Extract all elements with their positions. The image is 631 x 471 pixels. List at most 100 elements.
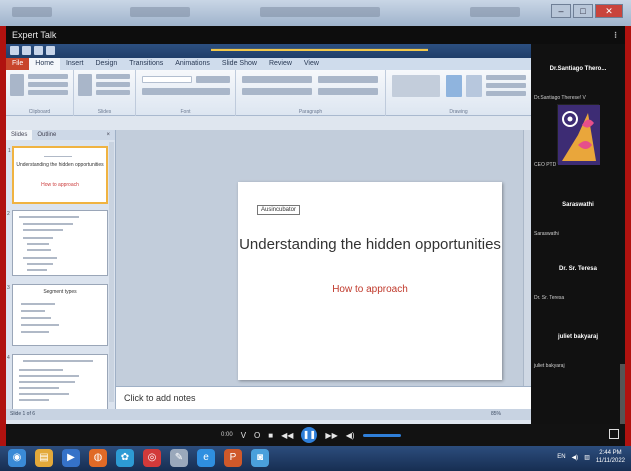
participant-tile[interactable]: Dr.Santiago Thero... Dr.Santiago Therese… <box>531 44 625 184</box>
align-buttons[interactable] <box>242 88 312 95</box>
opera-icon[interactable]: ◎ <box>143 449 161 467</box>
shapes-gallery[interactable] <box>392 75 440 97</box>
app-icon[interactable]: ✿ <box>116 449 134 467</box>
participant-tile[interactable]: Saraswathi Saraswathi <box>531 184 625 244</box>
app-header: Expert Talk ⁝ <box>6 26 625 44</box>
new-slide-icon[interactable] <box>78 74 92 96</box>
volume-icon[interactable]: ◀) <box>346 431 355 440</box>
v-button[interactable]: V <box>241 431 246 440</box>
o-button[interactable]: O <box>254 431 260 440</box>
tab-transitions[interactable]: Transitions <box>123 58 169 70</box>
rewind-icon[interactable]: ◀◀ <box>281 431 293 440</box>
font-group-label: Font <box>180 109 191 115</box>
font-size-select[interactable] <box>196 76 230 83</box>
tab-slide-show[interactable]: Slide Show <box>216 58 263 70</box>
camera-icon[interactable]: ◙ <box>251 449 269 467</box>
tab-design[interactable]: Design <box>89 58 123 70</box>
close-button[interactable]: ✕ <box>595 4 623 18</box>
media-player-icon[interactable]: ▶ <box>62 449 80 467</box>
text-direction-button[interactable] <box>318 76 378 83</box>
volume-slider[interactable] <box>362 433 401 437</box>
stop-icon[interactable]: ■ <box>268 431 273 440</box>
font-format-buttons[interactable] <box>142 88 230 95</box>
participants-panel: Dr.Santiago Thero... Dr.Santiago Therese… <box>531 44 625 424</box>
ie-icon[interactable]: e <box>197 449 215 467</box>
pen-icon[interactable]: ✎ <box>170 449 188 467</box>
tab-file[interactable]: File <box>6 58 30 70</box>
participant-subtitle: Dr. Sr. Teresa <box>534 295 565 301</box>
powerpoint-logo-icon <box>10 46 19 55</box>
redo-icon[interactable] <box>46 46 55 55</box>
ribbon: Clipboard Slides Font Paragraph Drawing <box>6 70 531 116</box>
slides-group: Slides <box>74 70 136 116</box>
slide-thumbnail-3[interactable]: 3 Segment types <box>7 284 108 346</box>
participant-tile[interactable]: juliet bakyaraj juliet bakyaraj <box>531 308 625 369</box>
paragraph-group: Paragraph <box>236 70 386 116</box>
font-name-select[interactable] <box>142 76 192 83</box>
pause-icon[interactable]: ❚❚ <box>301 427 318 443</box>
maximize-button[interactable]: □ <box>573 4 593 18</box>
tab-review[interactable]: Review <box>263 58 298 70</box>
tab-home[interactable]: Home <box>29 58 60 70</box>
clock[interactable]: 2:44 PM 11/11/2022 <box>596 449 625 465</box>
participant-subtitle: Saraswathi <box>534 231 559 237</box>
undo-icon[interactable] <box>34 46 43 55</box>
slide-title[interactable]: Understanding the hidden opportunities <box>238 233 502 256</box>
ribbon-tabs: File Home Insert Design Transitions Anim… <box>6 58 531 70</box>
close-pane-icon[interactable]: × <box>101 130 115 140</box>
drawing-group-label: Drawing <box>449 109 468 115</box>
clock-date: 11/11/2022 <box>595 458 625 464</box>
fullscreen-icon[interactable] <box>609 429 619 439</box>
slide-scrollbar[interactable] <box>523 130 531 386</box>
participant-name: Dr.Santiago Thero... <box>549 66 607 72</box>
thumbnail-title: Understanding the hidden opportunities <box>16 162 104 168</box>
tab-animations[interactable]: Animations <box>169 58 216 70</box>
slides-group-label: Slides <box>97 109 112 115</box>
participant-subtitle: juliet bakyaraj <box>534 363 565 369</box>
current-slide[interactable]: Ausincubator Understanding the hidden op… <box>238 182 502 380</box>
participant-tile[interactable]: Dr. Sr. Teresa Dr. Sr. Teresa <box>531 244 625 308</box>
tab-view[interactable]: View <box>298 58 325 70</box>
explorer-icon[interactable]: ▤ <box>35 449 53 467</box>
copy-icon[interactable] <box>28 82 68 87</box>
powerpoint-icon[interactable]: P <box>224 449 242 467</box>
slide-thumbnail-1[interactable]: 1 Understanding the hidden opportunities… <box>8 146 108 204</box>
slide-label-textbox[interactable]: Ausincubator <box>257 205 301 215</box>
more-menu-icon[interactable]: ⁝ <box>614 26 617 44</box>
language-indicator[interactable]: EN <box>557 454 565 460</box>
taskbar-icons: ◉ ▤ ▶ ◍ ✿ ◎ ✎ e P ◙ <box>8 449 269 467</box>
tab-outline[interactable]: Outline <box>32 130 61 140</box>
paste-icon[interactable] <box>10 74 24 96</box>
thumbnail-subtitle: How to approach <box>41 182 79 188</box>
zoom-level[interactable]: 85% <box>491 411 501 417</box>
volume-tray-icon[interactable]: ◀) <box>572 454 579 461</box>
tab-insert[interactable]: Insert <box>60 58 90 70</box>
fast-forward-icon[interactable]: ▶▶ <box>325 431 337 440</box>
shape-effects-button[interactable] <box>486 91 526 96</box>
chrome-icon[interactable]: ◉ <box>8 449 26 467</box>
section-icon[interactable] <box>96 90 130 95</box>
slide-subtitle[interactable]: How to approach <box>238 284 502 295</box>
save-icon[interactable] <box>22 46 31 55</box>
participants-scrollbar[interactable] <box>620 364 625 424</box>
network-icon[interactable]: ▥ <box>584 454 590 461</box>
tab-slides[interactable]: Slides <box>6 130 33 140</box>
arrange-icon[interactable] <box>446 75 462 97</box>
slide-thumbnail-4[interactable]: 4 <box>7 354 108 412</box>
quick-styles-icon[interactable] <box>466 75 482 97</box>
layout-icon[interactable] <box>96 74 130 79</box>
slides-pane: Slides Outline × 1 Understanding the hid… <box>6 130 116 412</box>
firefox-icon[interactable]: ◍ <box>89 449 107 467</box>
shape-fill-button[interactable] <box>486 75 526 80</box>
minimize-button[interactable]: – <box>551 4 571 18</box>
reset-icon[interactable] <box>96 82 130 87</box>
format-painter-icon[interactable] <box>28 90 68 95</box>
thumbnails-scrollbar[interactable] <box>109 142 114 402</box>
smartart-button[interactable] <box>318 88 378 95</box>
shape-outline-button[interactable] <box>486 83 526 88</box>
slide-thumbnail-2[interactable]: 2 <box>7 210 108 276</box>
cut-icon[interactable] <box>28 74 68 79</box>
flower-logo-icon <box>558 105 600 165</box>
list-buttons[interactable] <box>242 76 312 83</box>
notes-pane[interactable]: Click to add notes <box>116 386 531 409</box>
